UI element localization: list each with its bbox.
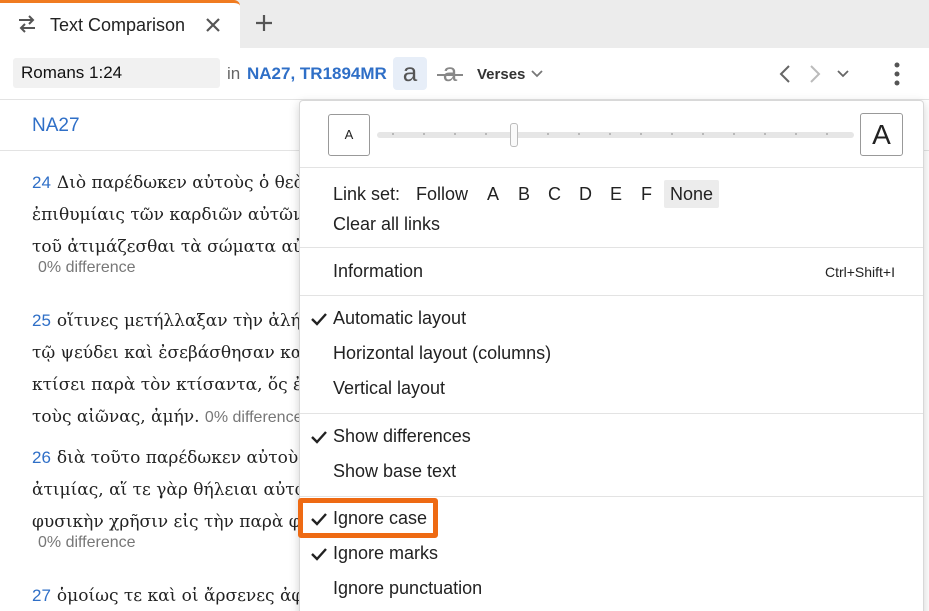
font-size-slider-row: A A <box>300 101 923 168</box>
verse-line: κτίσει παρὰ τὸν κτίσαντα, ὅς ἐστιν <box>32 375 300 395</box>
slider-tick <box>547 133 549 135</box>
slider-tick <box>578 133 580 135</box>
information-shortcut: Ctrl+Shift+I <box>824 264 895 280</box>
link-option-none[interactable]: None <box>664 180 720 208</box>
slider-tick <box>671 133 673 135</box>
menu-separator <box>300 295 923 296</box>
strikethrough-toggle-button[interactable]: a <box>433 57 467 90</box>
checkmark-icon <box>311 431 327 444</box>
slider-tick <box>392 133 394 135</box>
verse: 26 διὰ τοῦτο παρέδωκεν αὐτοὺς <box>32 442 300 474</box>
toolbar: in NA27, TR1894MR a a Verses <box>0 48 929 100</box>
verse-number[interactable]: 26 <box>32 448 51 467</box>
tab-title: Text Comparison <box>50 15 186 35</box>
chevron-down-icon[interactable] <box>530 67 544 81</box>
link-option-f[interactable]: F <box>635 180 658 208</box>
verse: 24 Διὸ παρέδωκεν αὐτοὺς ὁ θεὸς <box>32 167 300 199</box>
verse-number[interactable]: 24 <box>32 173 51 192</box>
slider-tick <box>702 133 704 135</box>
verse: 27 ὁμοίως τε καὶ οἱ ἄρσενες ἀφέντες <box>32 580 300 611</box>
tab-bar: Text Comparison <box>0 0 929 48</box>
slider-tick <box>764 133 766 135</box>
swap-arrows-icon <box>19 15 35 33</box>
automatic-layout-item[interactable]: Automatic layout <box>333 308 466 329</box>
verse-line: ὁμοίως τε καὶ οἱ ἄρσενες ἀφέντες <box>56 586 300 606</box>
in-label: in <box>227 64 241 83</box>
font-size-slider[interactable] <box>377 132 854 138</box>
link-option-c[interactable]: C <box>542 180 567 208</box>
clear-all-links-item[interactable]: Clear all links <box>333 214 440 235</box>
link-option-follow[interactable]: Follow <box>410 180 474 208</box>
slider-tick <box>454 133 456 135</box>
verse-number[interactable]: 25 <box>32 311 51 330</box>
verse-line: οἵτινες μετήλλαξαν τὴν ἀλήθειαν <box>56 311 300 331</box>
versions-link[interactable]: NA27, TR1894MR <box>247 64 387 84</box>
checkmark-icon <box>311 513 327 526</box>
link-set-label: Link set: <box>333 184 401 204</box>
menu-separator <box>300 413 923 414</box>
history-chevron-icon[interactable] <box>835 67 851 81</box>
ignore-punctuation-item[interactable]: Ignore punctuation <box>333 578 482 599</box>
link-option-b[interactable]: B <box>512 180 536 208</box>
vertical-layout-item[interactable]: Vertical layout <box>333 378 445 399</box>
font-size-slider-thumb[interactable] <box>510 123 518 147</box>
verse-line: τοὺς αἰῶνας, ἀμήν. <box>32 407 200 427</box>
next-icon[interactable] <box>806 63 824 85</box>
ignore-case-item[interactable]: Ignore case <box>333 508 427 529</box>
difference-label: 0% difference <box>204 409 300 426</box>
case-toggle-button[interactable]: a <box>393 57 427 90</box>
difference-label: 0% difference <box>38 534 136 551</box>
options-menu: A A Link set: Follow A B C D E F None Cl… <box>299 100 924 611</box>
slider-tick <box>826 133 828 135</box>
previous-icon[interactable] <box>776 63 794 85</box>
verse: 25 οἵτινες μετήλλαξαν τὴν ἀλήθειαν <box>32 305 300 337</box>
horizontal-layout-item[interactable]: Horizontal layout (columns) <box>333 343 551 364</box>
show-base-text-item[interactable]: Show base text <box>333 461 456 482</box>
slider-tick <box>733 133 735 135</box>
verse-line: τῷ ψεύδει καὶ ἐσεβάσθησαν καὶ <box>32 343 300 363</box>
checkmark-icon <box>311 548 327 561</box>
link-option-a[interactable]: A <box>481 180 505 208</box>
slider-tick <box>640 133 642 135</box>
reference-input[interactable] <box>13 58 220 88</box>
verse-number[interactable]: 27 <box>32 586 51 605</box>
more-options-icon[interactable] <box>889 61 905 87</box>
verse-line: διὰ τοῦτο παρέδωκεν αὐτοὺς <box>56 448 300 468</box>
add-tab-icon[interactable] <box>253 12 275 34</box>
font-larger-button[interactable]: A <box>860 113 903 156</box>
slider-tick <box>795 133 797 135</box>
verse-line: ἐπιθυμίαις τῶν καρδιῶν αὐτῶν εἰς <box>32 205 300 225</box>
verse: τοὺς αἰῶνας, ἀμήν. 0% difference <box>32 401 300 434</box>
font-smaller-button[interactable]: A <box>328 114 370 156</box>
link-option-e[interactable]: E <box>604 180 628 208</box>
tab-text-comparison[interactable]: Text Comparison <box>0 0 240 48</box>
checkmark-icon <box>311 313 327 326</box>
slider-tick <box>485 133 487 135</box>
difference-label: 0% difference <box>38 259 136 276</box>
show-differences-item[interactable]: Show differences <box>333 426 471 447</box>
strike-glyph: a <box>442 57 458 87</box>
pane-version-name[interactable]: NA27 <box>32 115 80 137</box>
information-item[interactable]: Information <box>333 261 423 282</box>
close-icon[interactable] <box>203 15 223 35</box>
slider-tick <box>423 133 425 135</box>
link-option-d[interactable]: D <box>573 180 598 208</box>
link-set-row: Link set: Follow A B C D E F None Clear … <box>300 168 923 248</box>
verse-line: ἀτιμίας, αἵ τε γὰρ θήλειαι αὐτῶν <box>32 480 300 500</box>
verses-dropdown[interactable]: Verses <box>477 66 525 83</box>
ignore-marks-item[interactable]: Ignore marks <box>333 543 438 564</box>
verses-pane: 24 Διὸ παρέδωκεν αὐτοὺς ὁ θεὸς ἐπιθυμίαις… <box>0 151 300 611</box>
menu-separator <box>300 496 923 497</box>
verse-line: Διὸ παρέδωκεν αὐτοὺς ὁ θεὸς <box>56 173 300 193</box>
slider-tick <box>609 133 611 135</box>
strike-bar <box>437 74 463 76</box>
